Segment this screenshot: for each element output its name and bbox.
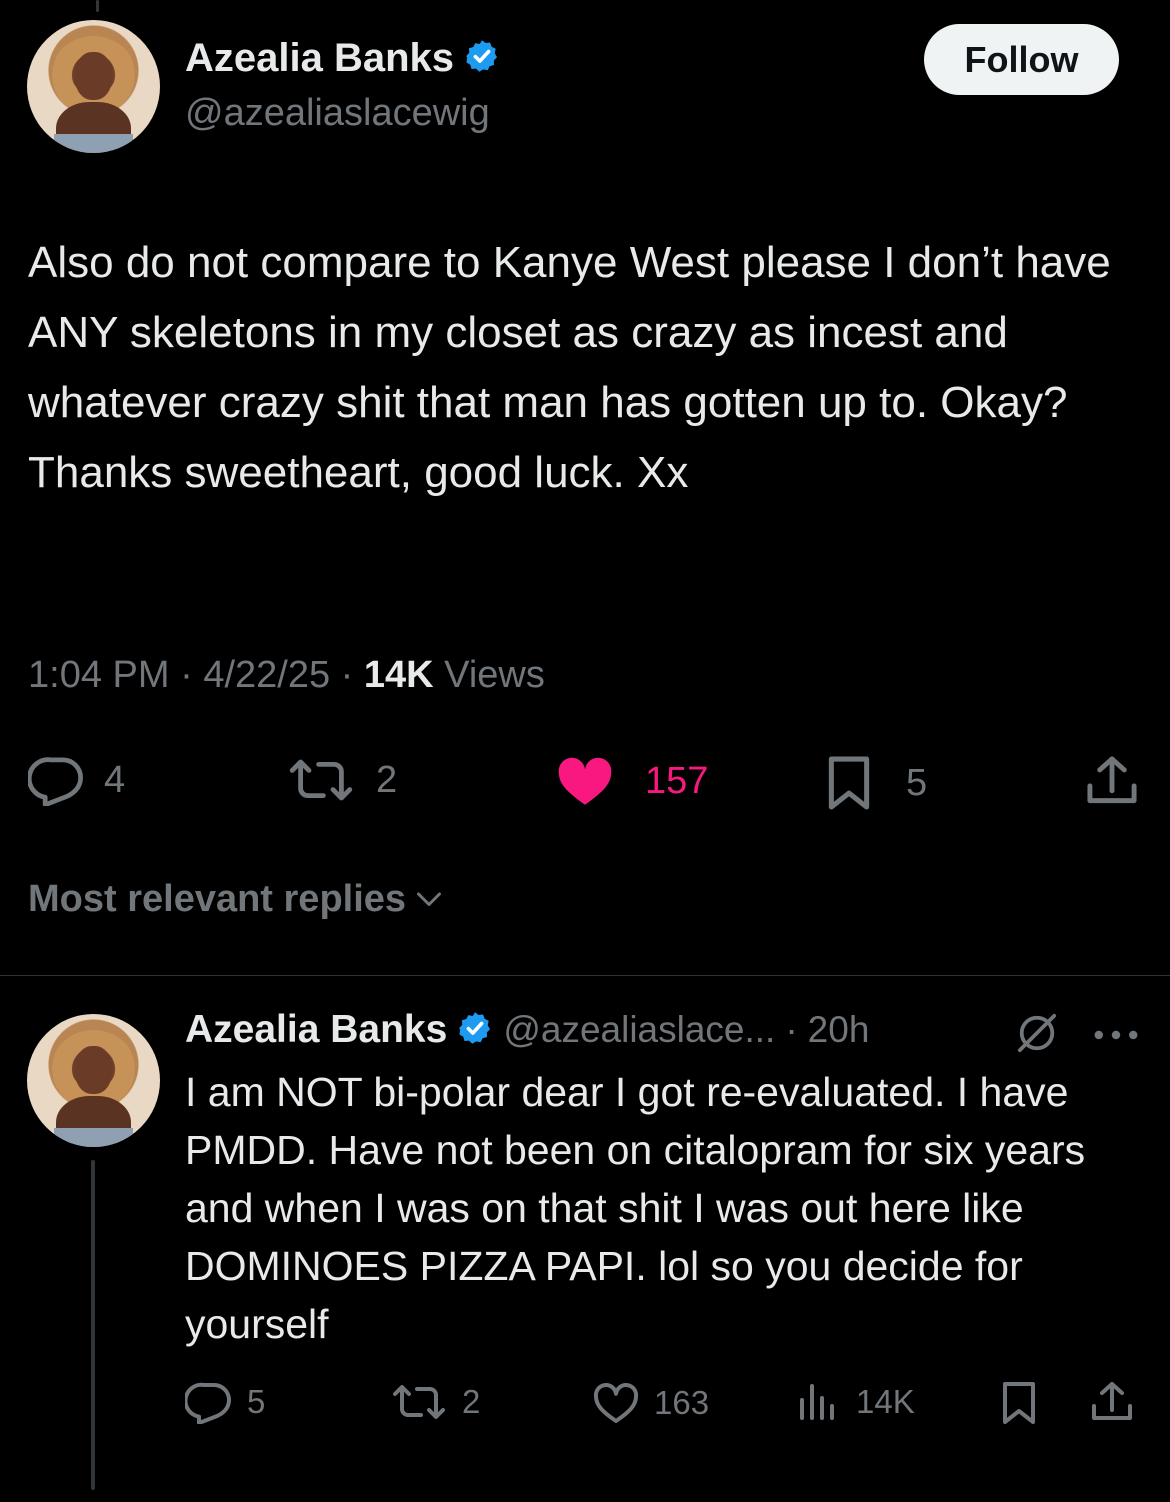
reply-author-handle[interactable]: @azealiaslace... [503, 1009, 775, 1051]
like-button[interactable]: 157 [555, 756, 708, 806]
grok-icon[interactable] [1014, 1012, 1060, 1059]
heart-icon [592, 1382, 640, 1424]
reply-like-count: 163 [654, 1384, 710, 1421]
reply-views-button[interactable]: 14K [796, 1382, 915, 1422]
reply-button[interactable]: 4 [28, 754, 125, 806]
share-icon [1090, 1380, 1134, 1424]
reply-reply-button[interactable]: 5 [185, 1380, 265, 1424]
follow-button[interactable]: Follow [924, 24, 1119, 95]
analytics-icon [796, 1382, 836, 1422]
reply-repost-count: 2 [462, 1383, 481, 1420]
reply-text: I am NOT bi-polar dear I got re-evaluate… [185, 1069, 1086, 1347]
bookmark-icon [826, 754, 872, 812]
verified-badge-icon [457, 1010, 493, 1051]
tweet-meta: 1:04 PM · 4/22/25 · 14K Views [28, 654, 545, 697]
share-button[interactable] [1085, 754, 1139, 808]
tweet-text: Also do not compare to Kanye West please… [28, 238, 1111, 497]
more-options-icon[interactable] [1093, 1028, 1139, 1046]
repost-count: 2 [376, 758, 398, 801]
share-icon [1085, 754, 1139, 808]
section-divider [0, 975, 1170, 976]
like-count: 157 [645, 759, 709, 802]
replies-sort-label: Most relevant replies [28, 878, 407, 920]
author-name-row[interactable]: Azealia Banks [185, 36, 500, 81]
reply-share-button[interactable] [1090, 1380, 1134, 1424]
reply-age[interactable]: 20h [808, 1009, 870, 1051]
bookmark-count: 5 [906, 761, 928, 804]
heart-filled-icon [555, 756, 615, 806]
meta-separator: · [340, 654, 354, 696]
bookmark-button[interactable]: 5 [826, 754, 927, 812]
chevron-down-icon [414, 878, 444, 921]
reply-like-button[interactable]: 163 [592, 1382, 709, 1424]
views-count: 14K [363, 654, 434, 696]
reply-icon [28, 754, 86, 806]
thread-connector-top [96, 0, 99, 12]
reply-repost-button[interactable]: 2 [388, 1382, 480, 1422]
tweet-time[interactable]: 1:04 PM [28, 654, 170, 696]
views-label: Views [444, 654, 545, 696]
meta-separator: · [180, 654, 193, 696]
replies-sort-dropdown[interactable]: Most relevant replies [28, 878, 444, 921]
author-handle[interactable]: @azealiaslacewig [185, 92, 490, 135]
reply-views-count: 14K [856, 1383, 915, 1420]
verified-badge-icon [464, 38, 500, 79]
reply-reply-count: 5 [247, 1383, 266, 1420]
repost-icon [388, 1382, 450, 1422]
reply-separator: · [785, 1009, 798, 1050]
repost-icon [284, 756, 358, 804]
reply-bookmark-button[interactable] [1000, 1380, 1038, 1426]
repost-button[interactable]: 2 [284, 756, 397, 804]
reply-author-name[interactable]: Azealia Banks [185, 1008, 447, 1052]
reply-author-avatar[interactable] [27, 1014, 160, 1147]
reply-icon [185, 1380, 233, 1424]
bookmark-icon [1000, 1380, 1038, 1426]
reply-header: Azealia Banks @azealiaslace... · 20h [185, 1008, 869, 1052]
tweet-date[interactable]: 4/22/25 [203, 654, 330, 696]
reply-count: 4 [104, 758, 126, 801]
author-avatar[interactable] [27, 20, 160, 153]
author-name[interactable]: Azealia Banks [185, 36, 454, 81]
thread-connector [91, 1160, 95, 1490]
